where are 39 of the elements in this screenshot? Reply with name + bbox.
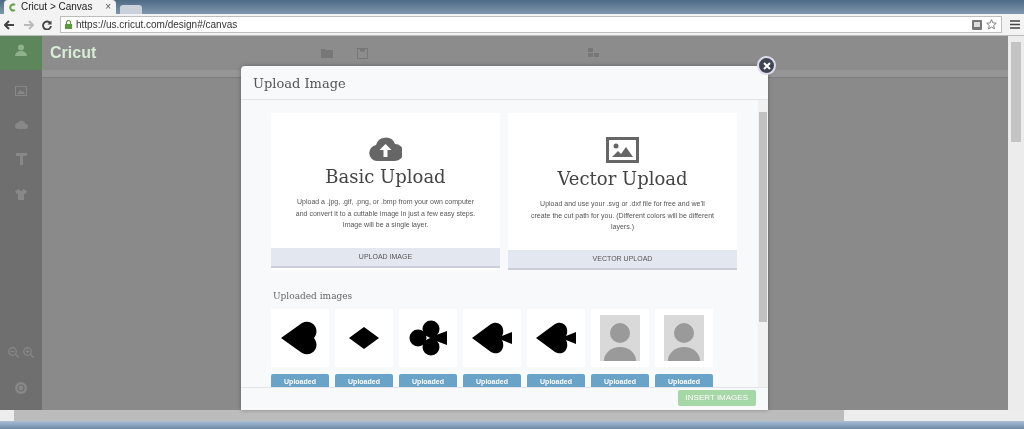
tab-close-button[interactable]: × bbox=[105, 1, 111, 13]
cloud-icon[interactable] bbox=[14, 120, 28, 129]
spade-icon bbox=[535, 320, 577, 355]
zoom-in-icon[interactable] bbox=[23, 347, 34, 358]
forward-icon[interactable] bbox=[23, 19, 34, 30]
lock-icon bbox=[65, 20, 72, 29]
photo-placeholder bbox=[664, 314, 704, 361]
club-icon bbox=[408, 319, 448, 356]
option-title: Basic Upload bbox=[325, 165, 446, 189]
section-label: Uploaded images bbox=[273, 290, 354, 303]
page-scrollbar[interactable] bbox=[1008, 36, 1024, 410]
menu-icon[interactable] bbox=[1010, 20, 1020, 29]
text-icon[interactable] bbox=[15, 153, 27, 165]
star-icon[interactable] bbox=[986, 19, 997, 30]
dialog-scrollbar[interactable] bbox=[758, 100, 768, 387]
image-icon[interactable] bbox=[15, 86, 27, 96]
browser-tab[interactable]: Cricut > Canvas × bbox=[4, 0, 116, 14]
logo: Cricut bbox=[50, 45, 97, 61]
horizontal-scrollbar[interactable] bbox=[0, 410, 1024, 421]
url-text: https://us.cricut.com/design#/canvas bbox=[76, 18, 239, 32]
help-icon[interactable] bbox=[15, 382, 27, 394]
spade-icon bbox=[471, 320, 513, 355]
diamond-icon bbox=[349, 326, 379, 349]
logo-icon bbox=[9, 2, 17, 12]
cloud-upload-icon bbox=[369, 137, 402, 161]
back-icon[interactable] bbox=[4, 19, 15, 30]
zoom-out-icon[interactable] bbox=[8, 347, 19, 358]
address-bar[interactable]: https://us.cricut.com/design#/canvas bbox=[60, 16, 1002, 33]
shirt-icon[interactable] bbox=[15, 189, 27, 200]
new-tab-button[interactable] bbox=[120, 5, 142, 14]
image-icon bbox=[606, 137, 639, 163]
close-icon bbox=[762, 62, 771, 71]
tab-title: Cricut > Canvas bbox=[21, 0, 94, 14]
user-icon bbox=[15, 44, 27, 56]
account-panel[interactable] bbox=[0, 36, 42, 70]
extension-icon[interactable] bbox=[972, 19, 982, 30]
reload-icon[interactable] bbox=[42, 19, 52, 30]
option-title: Vector Upload bbox=[557, 167, 688, 191]
photo-placeholder bbox=[600, 314, 640, 361]
